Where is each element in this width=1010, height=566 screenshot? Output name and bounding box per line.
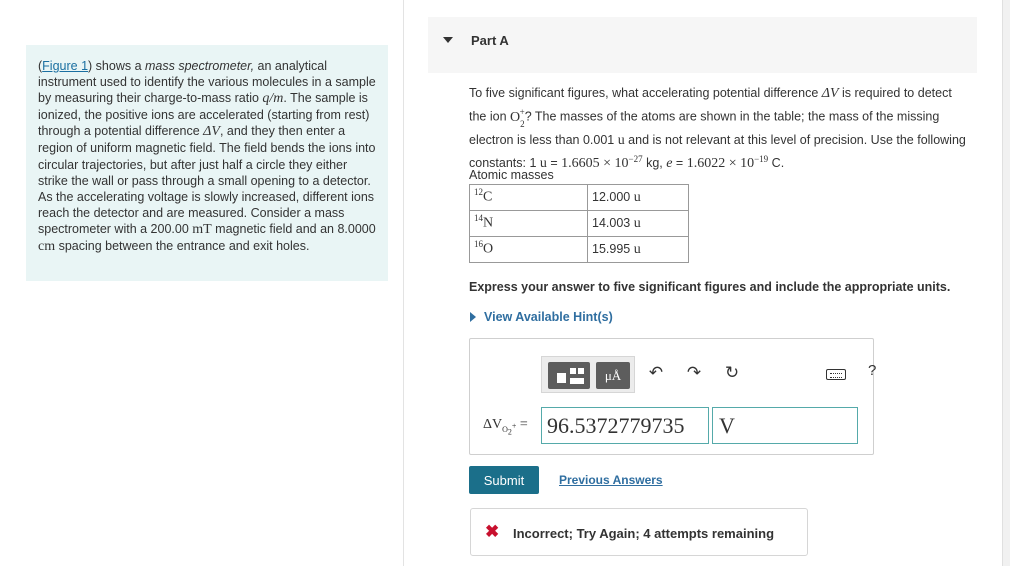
question-delta-v: ΔV bbox=[821, 86, 839, 101]
answer-value-input[interactable]: 96.5372779735 bbox=[541, 407, 709, 444]
spacing-unit: cm bbox=[38, 239, 56, 255]
feedback-box: ✖ Incorrect; Try Again; 4 attempts remai… bbox=[470, 508, 808, 556]
intro-text-4: , and they then enter a region of unifor… bbox=[38, 124, 376, 236]
atomic-masses-table: 12C 12.000 u 14N 14.003 u 16O 15.995 u bbox=[469, 184, 689, 263]
mass-cell: 15.995 u bbox=[587, 236, 689, 263]
math-toolbar: μÅ ↶ ↷ ↻ ? bbox=[541, 351, 906, 395]
delta-v-symbol: ΔV bbox=[203, 124, 220, 140]
templates-button[interactable] bbox=[548, 362, 590, 389]
x-icon: ✖ bbox=[485, 522, 500, 541]
template-icon-part bbox=[557, 373, 566, 383]
question-text-7: = bbox=[672, 156, 687, 171]
charge-to-mass-symbol: q/m bbox=[262, 91, 284, 107]
template-icon-part bbox=[570, 378, 584, 384]
field-unit: mT bbox=[192, 221, 212, 237]
view-hints-link[interactable]: View Available Hint(s) bbox=[470, 310, 613, 324]
question-text-1: To five significant figures, what accele… bbox=[469, 86, 822, 100]
redo-icon[interactable]: ↷ bbox=[683, 361, 705, 385]
unit-u-1: u bbox=[617, 132, 625, 148]
expand-triangle-icon bbox=[470, 311, 476, 322]
answer-label: ΔVO2+ = bbox=[483, 417, 528, 437]
units-button[interactable]: μÅ bbox=[596, 362, 630, 389]
hints-label: View Available Hint(s) bbox=[484, 310, 613, 324]
collapse-caret-icon[interactable] bbox=[443, 37, 453, 43]
table-row: 12C 12.000 u bbox=[469, 184, 689, 211]
table-row: 16O 15.995 u bbox=[469, 236, 689, 263]
isotope-cell: 12C bbox=[469, 184, 588, 211]
template-group: μÅ bbox=[541, 356, 635, 393]
problem-intro-panel: (Figure 1) shows a mass spectrometer, an… bbox=[26, 45, 388, 281]
answer-instruction: Express your answer to five significant … bbox=[469, 280, 951, 294]
help-icon[interactable]: ? bbox=[868, 362, 876, 379]
ion-formula: O2+ bbox=[510, 107, 525, 129]
scrollbar[interactable] bbox=[1002, 0, 1010, 566]
question-text-6: kg, bbox=[642, 156, 667, 171]
template-icon-part bbox=[578, 368, 584, 374]
column-divider bbox=[403, 0, 404, 566]
constant-e-value: 1.6022 × 10 bbox=[686, 156, 755, 172]
mass-cell: 12.000 u bbox=[587, 184, 689, 211]
question-text-8: C. bbox=[768, 156, 785, 171]
figure-link[interactable]: Figure 1 bbox=[42, 59, 88, 73]
answer-box: μÅ ↶ ↷ ↻ ? ΔVO2+ = 96.5372779735 V bbox=[469, 338, 876, 455]
submit-button[interactable]: Submit bbox=[469, 466, 539, 494]
atomic-masses-title: Atomic masses bbox=[469, 168, 554, 182]
intro-text-1: ) shows a bbox=[88, 59, 145, 73]
feedback-message: Incorrect; Try Again; 4 attempts remaini… bbox=[513, 526, 775, 541]
table-row: 14N 14.003 u bbox=[469, 210, 689, 237]
reset-icon[interactable]: ↻ bbox=[721, 361, 743, 385]
template-icon-part bbox=[570, 368, 576, 374]
part-header[interactable]: Part A bbox=[428, 17, 977, 73]
constant-u-exponent: −27 bbox=[628, 154, 643, 165]
part-title: Part A bbox=[471, 33, 509, 48]
answer-unit-input[interactable]: V bbox=[712, 407, 858, 444]
isotope-cell: 14N bbox=[469, 210, 588, 237]
intro-emphasis-term: mass spectrometer, bbox=[145, 59, 255, 73]
keyboard-icon[interactable] bbox=[826, 369, 846, 380]
previous-answers-link[interactable]: Previous Answers bbox=[559, 473, 663, 487]
constant-e-exponent: −19 bbox=[754, 154, 769, 165]
constant-u-value: 1.6605 × 10 bbox=[561, 156, 629, 172]
mass-cell: 14.003 u bbox=[587, 210, 689, 237]
isotope-cell: 16O bbox=[469, 236, 588, 263]
question-text: To five significant figures, what accele… bbox=[469, 84, 969, 173]
intro-text-6: spacing between the entrance and exit ho… bbox=[55, 239, 310, 254]
undo-icon[interactable]: ↶ bbox=[645, 361, 667, 385]
intro-text-5: magnetic field and an 8.0000 bbox=[211, 221, 376, 236]
